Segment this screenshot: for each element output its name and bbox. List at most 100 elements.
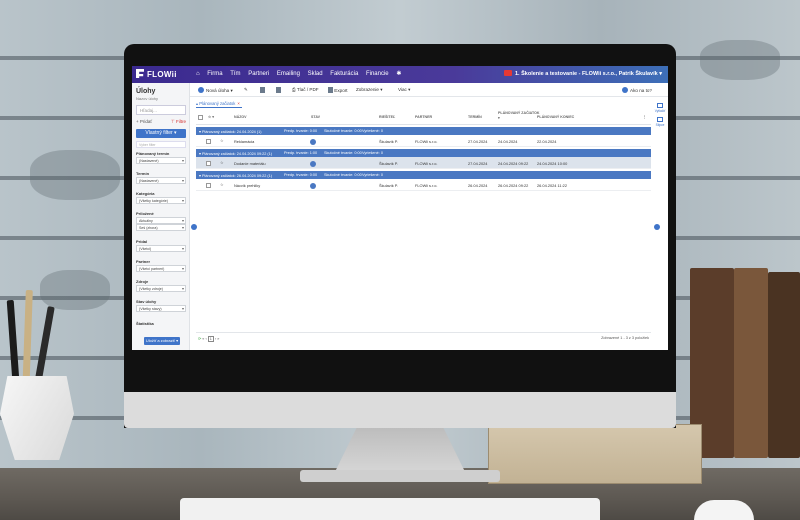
cell-partner: FLOWii s.r.o.	[415, 161, 438, 166]
refresh-icon[interactable]: ⟳	[198, 337, 201, 341]
mouse	[694, 500, 754, 520]
column-header-planned-end[interactable]: PLÁNOVANÝ KONIEC	[537, 115, 574, 119]
filter-field-statistics: Štatistika	[136, 321, 186, 326]
state-icon	[310, 161, 316, 167]
column-header-state[interactable]: STAV	[311, 115, 320, 119]
row-checkbox[interactable]	[206, 161, 211, 166]
filter-select[interactable]: (Všetky stavy)	[136, 305, 186, 312]
brand-name: FLOWii	[147, 70, 177, 79]
filter-select[interactable]: (Všetky zdroje)	[136, 285, 186, 292]
custom-filter-button[interactable]: Vlastný filter ▾	[136, 129, 186, 138]
view-dropdown[interactable]: Zobrazenie ▾	[356, 87, 383, 93]
add-filter-link[interactable]: + Pridať	[136, 119, 152, 125]
last-page-icon[interactable]: »	[217, 337, 219, 341]
current-page[interactable]: 1	[207, 336, 214, 342]
state-icon	[310, 183, 316, 189]
group-header-text: Plánovaný začiatok: 24.04.2024 09:22 (1)	[201, 152, 273, 156]
column-menu-icon[interactable]: ⋮	[643, 115, 647, 119]
save-and-show-button[interactable]: Uložiť a zobraziť ▾	[144, 337, 180, 345]
filter-select[interactable]: (Nastavené)	[136, 177, 186, 184]
group-done: Vyriešené: 0	[362, 151, 383, 155]
group-actual: Skutočné trvanie: 0:00	[324, 151, 362, 155]
nav-item-partneri[interactable]: Partneri	[248, 71, 269, 77]
print-label: Tlač / PDF	[296, 87, 319, 92]
column-header-planned-start[interactable]: PLÁNOVANÝ ZAČIATOK ▾	[498, 111, 540, 120]
filter-select[interactable]: (Všetky kategórie)	[136, 197, 186, 204]
right-toolbar: Vytlačiť Stĺpce	[653, 103, 667, 127]
star-icon[interactable]: ☆	[220, 160, 224, 165]
star-icon[interactable]: ☆	[220, 138, 224, 143]
filter-select[interactable]: (Všetci)	[136, 245, 186, 252]
nav-item-tim[interactable]: Tím	[230, 71, 240, 77]
help-label: Ako na to?	[630, 88, 652, 93]
more-label: Viac	[398, 87, 407, 92]
nav-item-financie[interactable]: Financie	[366, 71, 389, 77]
collapse-rightbar-icon[interactable]	[654, 224, 660, 230]
nav-item-emailing[interactable]: Emailing	[277, 71, 300, 77]
cell-solver: Škulavík P.	[379, 183, 398, 188]
filter-field-sources: Zdroje (Všetky zdroje)	[136, 279, 186, 292]
brand-logo[interactable]: FLOWii	[136, 69, 177, 79]
group-title: ▾ Plánovaný začiatok: 24.04.2024 (1)	[199, 130, 262, 134]
group-actual: Skutočné trvanie: 0:00	[324, 129, 362, 133]
nav-item-firma[interactable]: Firma	[207, 71, 222, 77]
filter-label: Plánovaný termín	[136, 151, 170, 156]
filter-label: Stav úlohy	[136, 299, 157, 304]
book	[768, 272, 800, 458]
filter-sidebar: Úlohy Nazov úlohy Hľadaj... + Pridať ⊤ F…	[132, 83, 190, 350]
chevron-down-icon: ▾	[174, 130, 177, 136]
cell-planned-end: 22.04.2024	[537, 139, 557, 144]
row-checkbox[interactable]	[206, 183, 211, 188]
plus-icon	[198, 87, 204, 93]
column-header-name[interactable]: NÁZOV	[234, 115, 247, 119]
export-button[interactable]: Export	[328, 87, 348, 93]
company-selector[interactable]: 1. Školenie a testovanie - FLOWii s.r.o.…	[504, 70, 662, 77]
table-row[interactable]: ☆ Reklamácia Škulavík P. FLOWii s.r.o. 2…	[196, 135, 651, 147]
print-button[interactable]: ⎙ Tlač / PDF	[292, 87, 319, 92]
search-input[interactable]: Hľadaj...	[136, 105, 186, 115]
prev-page-icon[interactable]: ‹	[205, 337, 206, 341]
edit-icon[interactable]: ✎	[244, 87, 248, 93]
group-row[interactable]: ▾ Plánovaný začiatok: 24.04.2024 (1) Pre…	[196, 127, 651, 135]
home-icon[interactable]: ⌂	[196, 71, 200, 77]
sidebar-links: + Pridať ⊤ Filtre	[136, 119, 186, 125]
collapse-sidebar-icon[interactable]	[191, 224, 197, 230]
column-header-partner[interactable]: PARTNER	[415, 115, 432, 119]
star-icon[interactable]: ☆	[220, 182, 224, 187]
table-row[interactable]: ☆ Dodanie materiálu Škulavík P. FLOWii s…	[196, 157, 651, 169]
filter-label: Štatistika	[136, 321, 154, 326]
group-title: ▾ Plánovaný začiatok: 26.04.2024 09:22 (…	[199, 174, 273, 178]
company-flag-icon	[504, 70, 512, 76]
group-row[interactable]: ▾ Plánovaný začiatok: 24.04.2024 09:22 (…	[196, 149, 651, 157]
columns-side-button[interactable]: Stĺpce	[653, 117, 667, 127]
row-checkbox[interactable]	[206, 139, 211, 144]
filter-select[interactable]: (Nastavené)	[136, 157, 186, 164]
filter-select-input[interactable]: Vyber filter	[136, 141, 186, 148]
help-button[interactable]: Ako na to?	[622, 87, 652, 93]
new-task-button[interactable]: Nová úloha ▾	[198, 87, 233, 94]
column-header-deadline[interactable]: TERMÍN	[468, 115, 482, 119]
delete-icon[interactable]	[276, 87, 281, 93]
print-side-button[interactable]: Vytlačiť	[653, 103, 667, 113]
column-header-solver[interactable]: RIEŠITEĽ	[379, 115, 395, 119]
nav-item-sklad[interactable]: Sklad	[308, 71, 323, 77]
more-dropdown[interactable]: Viac ▾	[398, 87, 410, 93]
settings-gear-icon[interactable]: ✱	[396, 71, 401, 77]
star-column-icon[interactable]: ☆ ▾	[208, 115, 214, 119]
group-header-text: Plánovaný začiatok: 24.04.2024 (1)	[201, 130, 262, 134]
nav-item-fakturacia[interactable]: Fakturácia	[330, 71, 358, 77]
close-icon[interactable]: ×	[237, 101, 239, 106]
filter-select[interactable]: (Všetci partneri)	[136, 265, 186, 272]
cell-deadline: 27.04.2024	[468, 161, 488, 166]
export-icon	[328, 87, 333, 93]
table-row[interactable]: ☆ Nácvik prehliky Škulavík P. FLOWii s.r…	[196, 179, 651, 191]
filter-label: Zdroje	[136, 279, 149, 284]
copy-icon[interactable]	[260, 87, 265, 93]
new-task-label: Nová úloha	[206, 88, 230, 93]
select-all-checkbox[interactable]	[198, 115, 203, 120]
group-row[interactable]: ▾ Plánovaný začiatok: 26.04.2024 09:22 (…	[196, 171, 651, 179]
filter-select[interactable]: Seš (zhora)	[136, 224, 186, 231]
filters-link[interactable]: ⊤ Filtre	[171, 119, 186, 125]
tab-planned-start[interactable]: ▴ Plánovaný začiatok ×	[196, 100, 242, 108]
group-done: Vyriešené: 0	[362, 173, 383, 177]
